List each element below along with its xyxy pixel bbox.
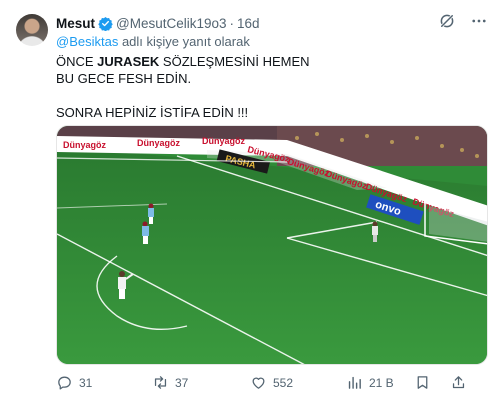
heart-icon <box>252 377 265 389</box>
repost-icon <box>154 376 167 389</box>
reply-button[interactable]: 31 <box>56 374 92 391</box>
reply-count: 31 <box>79 375 93 390</box>
bookmark-icon <box>417 376 428 389</box>
like-button[interactable]: 552 <box>250 374 293 391</box>
text-suffix: SÖZLEŞMESİNİ HEMEN <box>159 54 310 69</box>
bookmark-button[interactable] <box>414 374 431 391</box>
reply-mention-link[interactable]: @Besiktas <box>56 34 118 49</box>
separator-dot: · <box>229 15 235 31</box>
tweet-card[interactable]: Mesut @MesutCelik19o3 · 16d @Besiktas ad… <box>0 0 502 400</box>
like-count: 552 <box>273 375 294 390</box>
views-count: 21 B <box>369 375 394 390</box>
user-handle[interactable]: @MesutCelik19o3 <box>116 16 227 31</box>
reply-context: @Besiktas adlı kişiye yanıt olarak <box>56 34 250 49</box>
tweet-actions: 31 37 552 21 B <box>56 374 488 394</box>
ad-board-text: Dünyagöz <box>63 140 107 150</box>
tweet-text-line-1: ÖNCE JURASEK SÖZLEŞMESİNİ HEMEN <box>56 53 476 70</box>
repost-button[interactable]: 37 <box>152 374 188 391</box>
text-bold-name: JURASEK <box>97 54 160 69</box>
views-chart-icon <box>348 376 361 389</box>
tweet-media-video[interactable]: Dünyagöz Dünyagöz Dünyagöz Dünyagöz Düny… <box>56 125 488 365</box>
share-button[interactable] <box>450 374 467 391</box>
display-name[interactable]: Mesut <box>56 16 95 31</box>
reply-suffix: adlı kişiye yanıt olarak <box>118 34 250 49</box>
more-options-icon[interactable] <box>470 12 488 30</box>
text-prefix: ÖNCE <box>56 54 98 69</box>
views-button[interactable]: 21 B <box>346 374 394 391</box>
verified-badge-icon <box>98 16 113 31</box>
avatar[interactable] <box>16 14 48 46</box>
ad-board-text: Dünyagöz <box>202 136 246 146</box>
repost-count: 37 <box>175 375 189 390</box>
ad-board-text: Dünyagöz <box>137 138 181 148</box>
share-icon <box>452 376 465 389</box>
tweet-text-line-2: BU GECE FESH EDİN. <box>56 71 192 86</box>
tweet-text-line-3: SONRA HEPİNİZ İSTİFA EDİN !!! <box>56 105 249 120</box>
grok-icon[interactable] <box>438 12 456 30</box>
football-match-frame: Dünyagöz Dünyagöz Dünyagöz Dünyagöz Düny… <box>57 126 487 364</box>
reply-icon <box>58 376 71 390</box>
timestamp[interactable]: 16d <box>237 16 260 31</box>
top-actions <box>438 12 488 30</box>
tweet-text: ÖNCE JURASEK SÖZLEŞMESİNİ HEMEN BU GECE … <box>56 53 476 121</box>
tweet-header: Mesut @MesutCelik19o3 · 16d <box>56 14 260 32</box>
